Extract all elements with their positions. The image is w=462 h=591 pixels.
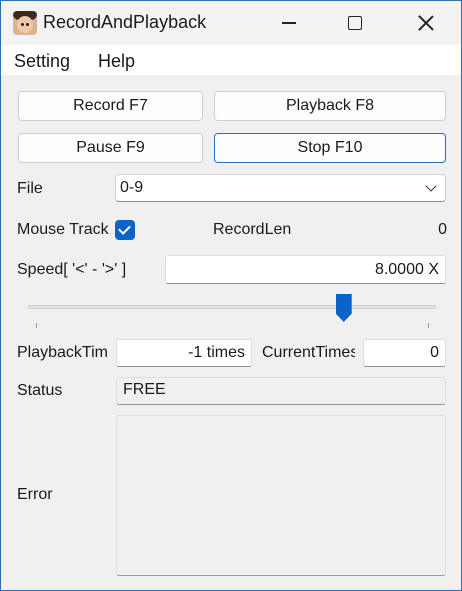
face-avatar-icon <box>13 11 37 35</box>
window-title: RecordAndPlayback <box>43 12 207 32</box>
record-button[interactable]: Record F7 <box>18 91 203 121</box>
current-times-input[interactable]: 0 <box>363 339 446 367</box>
status-field: FREE <box>116 377 446 405</box>
title-bar[interactable]: RecordAndPlayback <box>1 1 461 45</box>
record-len-value: 0 <box>438 221 447 238</box>
speed-input[interactable]: 8.0000 X <box>165 255 446 284</box>
close-button[interactable] <box>403 1 449 45</box>
playback-button[interactable]: Playback F8 <box>214 91 446 121</box>
status-label: Status <box>17 382 63 399</box>
current-times-label: CurrentTimes <box>262 344 355 361</box>
app-window: RecordAndPlayback Setting Help Record F7… <box>0 0 462 591</box>
file-selected-value: 0-9 <box>120 179 144 196</box>
maximize-icon <box>348 16 362 30</box>
speed-label: Speed[ '<' - '>' ] <box>17 261 127 278</box>
slider-tick-min <box>36 323 37 328</box>
record-len-label: RecordLen <box>213 221 292 238</box>
mouse-track-label: Mouse Track <box>17 221 109 238</box>
file-dropdown[interactable]: 0-9 <box>115 174 446 202</box>
maximize-button[interactable] <box>332 1 378 45</box>
file-label: File <box>17 180 43 197</box>
close-icon <box>418 15 434 31</box>
minimize-button[interactable] <box>266 1 312 45</box>
minimize-icon <box>282 22 296 24</box>
stop-button[interactable]: Stop F10 <box>214 133 446 163</box>
error-textarea[interactable] <box>116 415 446 576</box>
chevron-down-icon <box>425 180 437 192</box>
error-label: Error <box>17 486 53 503</box>
menu-bar: Setting Help <box>1 45 461 75</box>
slider-tick-max <box>428 323 429 328</box>
playback-times-label: PlaybackTim <box>17 344 108 361</box>
speed-slider-thumb[interactable] <box>335 294 352 322</box>
mouse-track-checkbox[interactable] <box>115 220 135 240</box>
menu-help[interactable]: Help <box>98 51 135 72</box>
pause-button[interactable]: Pause F9 <box>18 133 203 163</box>
playback-times-input[interactable]: -1 times <box>116 339 252 367</box>
menu-setting[interactable]: Setting <box>14 51 70 72</box>
speed-slider-track[interactable] <box>28 305 436 309</box>
